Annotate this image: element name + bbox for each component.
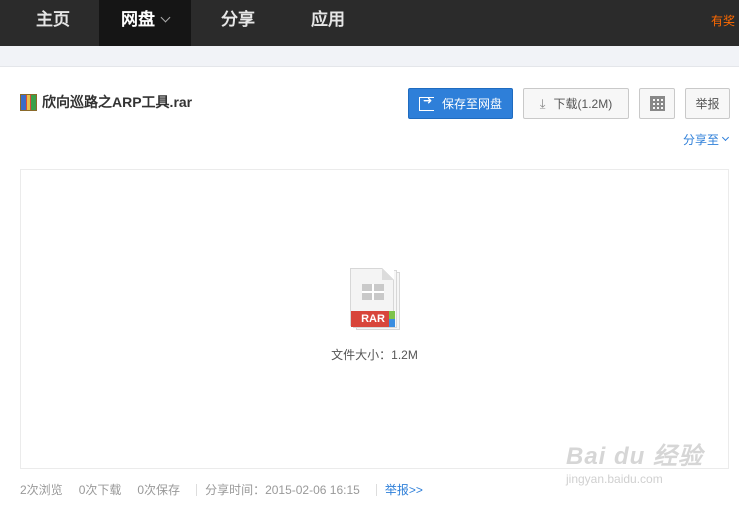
share-time: 分享时间：2015-02-06 16:15 [205,483,360,497]
report-button-label: 举报 [695,97,720,111]
report-link[interactable]: 举报>> [385,481,423,498]
nav-item-share[interactable]: 分享 [194,0,282,46]
save-button-label: 保存至网盘 [441,97,502,111]
chevron-down-icon [160,12,171,23]
sub-header-bar [0,46,739,67]
file-type-badge: RAR [351,311,395,327]
view-count: 2次浏览 [20,483,63,497]
divider [196,483,198,496]
nav-item-label: 主页 [36,10,70,29]
divider [375,483,377,496]
nav-item-label: 网盘 [121,10,155,29]
rar-file-large-icon: RAR [350,268,402,330]
file-name: 欣向巡路之ARP工具.rar [42,94,193,110]
chevron-down-icon [721,133,730,142]
top-navigation-bar: 主页 网盘 分享 应用 有奖 [0,0,739,46]
qr-code-button[interactable] [639,88,675,119]
report-button[interactable]: 举报 [685,88,730,119]
download-icon: ⤓ [539,95,546,111]
file-preview-panel: RAR 文件大小：1.2M [20,169,729,469]
share-to-label: 分享至 [683,133,720,147]
file-size-label: 文件大小：1.2M [331,348,418,362]
download-button-label: 下载(1.2M) [553,97,613,111]
nav-item-apps[interactable]: 应用 [284,0,372,46]
nav-item-netdisk[interactable]: 网盘 [99,0,191,46]
download-count: 0次下载 [78,483,122,497]
file-title: 欣向巡路之ARP工具.rar [20,92,192,112]
file-stats-bar: 2次浏览 0次下载 0次保存 分享时间：2015-02-06 16:15 举报>… [20,481,439,498]
share-to-dropdown[interactable]: 分享至 [683,131,730,148]
nav-item-home[interactable]: 主页 [18,0,88,46]
nav-item-label: 应用 [311,10,345,29]
save-to-netdisk-button[interactable]: 保存至网盘 [408,88,513,119]
download-button[interactable]: ⤓ 下载(1.2M) [523,88,629,119]
qr-code-icon [649,96,665,111]
promo-link[interactable]: 有奖 [711,12,739,29]
nav-item-label: 分享 [221,10,255,29]
save-arrow-icon [418,94,434,111]
watermark-url: jingyan.baidu.com [566,472,663,486]
archive-grid-icon [362,284,384,300]
save-count: 0次保存 [137,483,181,497]
rar-archive-icon [20,93,37,111]
watermark-logo: Bai du 经验 [566,443,704,470]
